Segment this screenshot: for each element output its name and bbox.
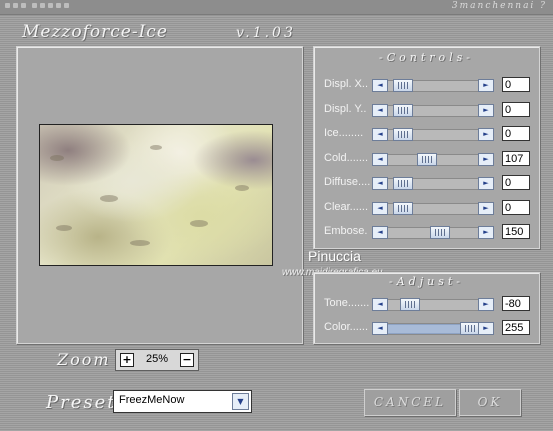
slider-label: Diffuse....: [324, 176, 371, 188]
slider-thumb[interactable]: [393, 128, 413, 141]
grip-icon: [56, 3, 61, 8]
slider-thumb[interactable]: [393, 79, 413, 92]
scroll-right-icon[interactable]: ►: [478, 79, 494, 92]
preview-panel: [16, 46, 303, 344]
scroll-left-icon[interactable]: ◄: [372, 103, 388, 117]
zoom-control: + 25% −: [115, 349, 199, 371]
scroll-right-icon[interactable]: ►: [478, 103, 494, 117]
scroll-right-icon[interactable]: ►: [478, 152, 494, 166]
controls-panel: -Controls- Displ. X.. ◄ ► 0 Displ. Y.. ◄ ► 0 Ice…: [313, 46, 540, 249]
scroll-right-icon[interactable]: ►: [478, 298, 494, 311]
slider-row: Diffuse.... ◄ ► 0: [324, 175, 532, 191]
zoom-value: 25%: [145, 353, 169, 365]
adjust-title: -Adjust-: [389, 275, 464, 288]
grip-icon: [40, 3, 45, 8]
top-right-text: 3manchennai ?: [451, 1, 547, 11]
slider-fill: [386, 324, 462, 334]
slider-row: Embose. ◄ ► 150: [324, 224, 532, 240]
slider-thumb[interactable]: [393, 201, 413, 215]
scroll-left-icon[interactable]: ◄: [372, 201, 388, 215]
slider-label: Color......: [324, 321, 369, 333]
slider-row: Displ. Y.. ◄ ► 0: [324, 101, 532, 118]
slider-thumb[interactable]: [400, 298, 420, 311]
grip-icon: [32, 3, 37, 8]
slider-track[interactable]: [372, 178, 494, 190]
scroll-right-icon[interactable]: ►: [478, 128, 494, 141]
controls-title: -Controls-: [378, 51, 475, 64]
zoom-in-button[interactable]: +: [120, 353, 134, 367]
scroll-right-icon[interactable]: ►: [478, 177, 494, 190]
scroll-right-icon[interactable]: ►: [478, 322, 494, 335]
chevron-down-icon[interactable]: ▼: [232, 393, 249, 410]
scroll-left-icon[interactable]: ◄: [372, 128, 388, 141]
grip-icon: [5, 3, 10, 8]
preset-label: Preset: [46, 392, 117, 413]
app-version: v.1.03: [236, 25, 296, 41]
cancel-button[interactable]: CANCEL: [364, 389, 456, 416]
grip-icon: [48, 3, 53, 8]
preset-select[interactable]: FreezMeNow ▼: [113, 390, 252, 413]
slider-value-input[interactable]: 255: [502, 320, 530, 335]
grip-icon: [13, 3, 18, 8]
slider-label: Embose.: [324, 225, 368, 237]
scroll-left-icon[interactable]: ◄: [372, 322, 388, 335]
slider-row: Ice........ ◄ ► 0: [324, 126, 532, 142]
preview-image[interactable]: [39, 124, 273, 266]
scroll-left-icon[interactable]: ◄: [372, 298, 388, 311]
slider-thumb[interactable]: [417, 152, 437, 166]
slider-label: Displ. X..: [324, 78, 369, 90]
ok-button[interactable]: OK: [459, 389, 521, 416]
slider-thumb[interactable]: [460, 322, 480, 335]
app-title: Mezzoforce-Ice: [22, 22, 168, 42]
slider-value-input[interactable]: 0: [502, 77, 530, 92]
slider-value-input[interactable]: 0: [502, 101, 530, 117]
slider-label: Displ. Y..: [324, 102, 367, 115]
slider-track[interactable]: [372, 202, 494, 215]
slider-label: Clear......: [324, 200, 369, 213]
slider-value-input[interactable]: 107: [502, 150, 530, 166]
slider-value-input[interactable]: 0: [502, 175, 530, 190]
grip-icon: [21, 3, 26, 8]
slider-row: Displ. X.. ◄ ► 0: [324, 77, 532, 93]
slider-label: Tone.......: [324, 297, 370, 309]
top-bar: 3manchennai ?: [0, 0, 553, 15]
slider-row: Cold....... ◄ ► 107: [324, 150, 532, 167]
slider-value-input[interactable]: 0: [502, 199, 530, 215]
adjust-panel: -Adjust- Tone....... ◄ ► -80 Color...... ◄ ► 25…: [313, 272, 540, 344]
slider-track[interactable]: [372, 299, 494, 311]
slider-thumb[interactable]: [393, 177, 413, 190]
scroll-left-icon[interactable]: ◄: [372, 152, 388, 166]
slider-track[interactable]: [372, 129, 494, 141]
scroll-right-icon[interactable]: ►: [478, 201, 494, 215]
scroll-right-icon[interactable]: ►: [478, 226, 494, 239]
scroll-left-icon[interactable]: ◄: [372, 226, 388, 239]
zoom-label: Zoom: [57, 350, 111, 369]
slider-track[interactable]: [372, 80, 494, 92]
slider-value-input[interactable]: -80: [502, 296, 530, 311]
preset-value: FreezMeNow: [119, 394, 185, 406]
slider-row: Tone....... ◄ ► -80: [324, 296, 532, 312]
slider-row: Clear...... ◄ ► 0: [324, 199, 532, 216]
slider-thumb[interactable]: [430, 226, 450, 239]
grip-icon: [64, 3, 69, 8]
slider-row: Color...... ◄ ► 255: [324, 320, 532, 336]
slider-thumb[interactable]: [393, 103, 413, 117]
zoom-out-button[interactable]: −: [180, 353, 194, 367]
slider-track[interactable]: [372, 104, 494, 117]
scroll-left-icon[interactable]: ◄: [372, 79, 388, 92]
slider-value-input[interactable]: 150: [502, 224, 530, 239]
scroll-left-icon[interactable]: ◄: [372, 177, 388, 190]
slider-label: Ice........: [324, 127, 364, 139]
watermark-name: Pinuccia: [308, 248, 361, 264]
slider-label: Cold.......: [324, 151, 369, 164]
slider-value-input[interactable]: 0: [502, 126, 530, 141]
